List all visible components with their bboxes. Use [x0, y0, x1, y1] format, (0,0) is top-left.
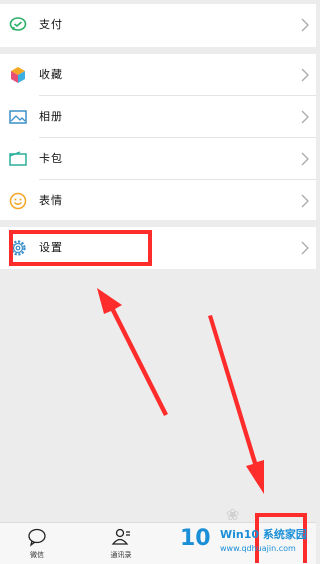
- arrow-to-me-tab: [208, 315, 264, 494]
- arrow-to-settings: [97, 288, 168, 416]
- contacts-icon: [111, 528, 130, 545]
- tab-chats-label: 微信: [30, 551, 44, 559]
- watermark-logo-number: 10: [180, 526, 211, 551]
- tab-chats[interactable]: 微信: [7, 523, 67, 564]
- chat-bubble-icon: [28, 528, 46, 547]
- watermark-url: www.qdhuajin.com: [220, 544, 296, 553]
- tab-contacts-label: 通讯录: [110, 551, 132, 559]
- watermark-title: Win10 系统家园: [220, 528, 307, 541]
- annotation-arrows: [97, 288, 264, 494]
- site-watermark: 10 Win10 系统家园 www.qdhuajin.com: [176, 520, 316, 563]
- tab-contacts[interactable]: 通讯录: [91, 523, 151, 564]
